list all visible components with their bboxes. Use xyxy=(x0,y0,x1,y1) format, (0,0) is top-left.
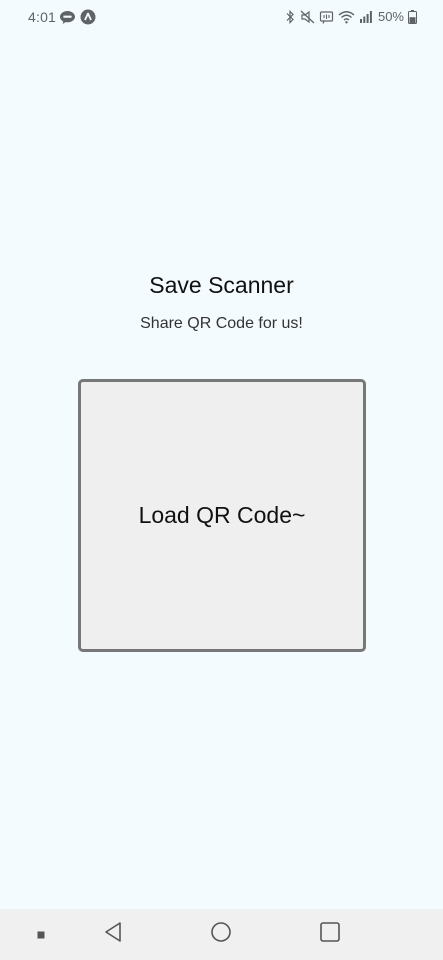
navigation-bar xyxy=(0,909,443,960)
status-bar: 4:01 50% xyxy=(0,0,443,34)
back-button[interactable] xyxy=(92,909,134,960)
home-icon xyxy=(210,921,232,948)
home-button[interactable] xyxy=(200,909,242,960)
overview-icon xyxy=(319,921,341,948)
load-qr-code-label: Load QR Code~ xyxy=(138,502,306,528)
assistant-icon xyxy=(80,9,96,30)
recent-dot-icon xyxy=(37,926,45,944)
page-title: Save Scanner xyxy=(149,272,294,298)
back-icon xyxy=(103,921,123,948)
nfc-icon xyxy=(319,10,334,24)
load-qr-code-button[interactable]: Load QR Code~ xyxy=(78,379,366,652)
talk-icon xyxy=(59,10,76,30)
page-subtitle: Share QR Code for us! xyxy=(140,315,303,332)
status-time: 4:01 xyxy=(28,9,57,25)
bluetooth-icon xyxy=(284,9,296,24)
recent-dot-button[interactable] xyxy=(26,909,56,960)
battery-icon xyxy=(408,9,417,24)
mute-icon xyxy=(300,10,315,24)
signal-icon xyxy=(359,10,373,24)
status-right-icons: 50% xyxy=(284,9,417,24)
battery-percent: 50% xyxy=(377,9,404,24)
overview-button[interactable] xyxy=(309,909,351,960)
status-left-icons xyxy=(59,9,96,30)
wifi-icon xyxy=(338,10,355,24)
